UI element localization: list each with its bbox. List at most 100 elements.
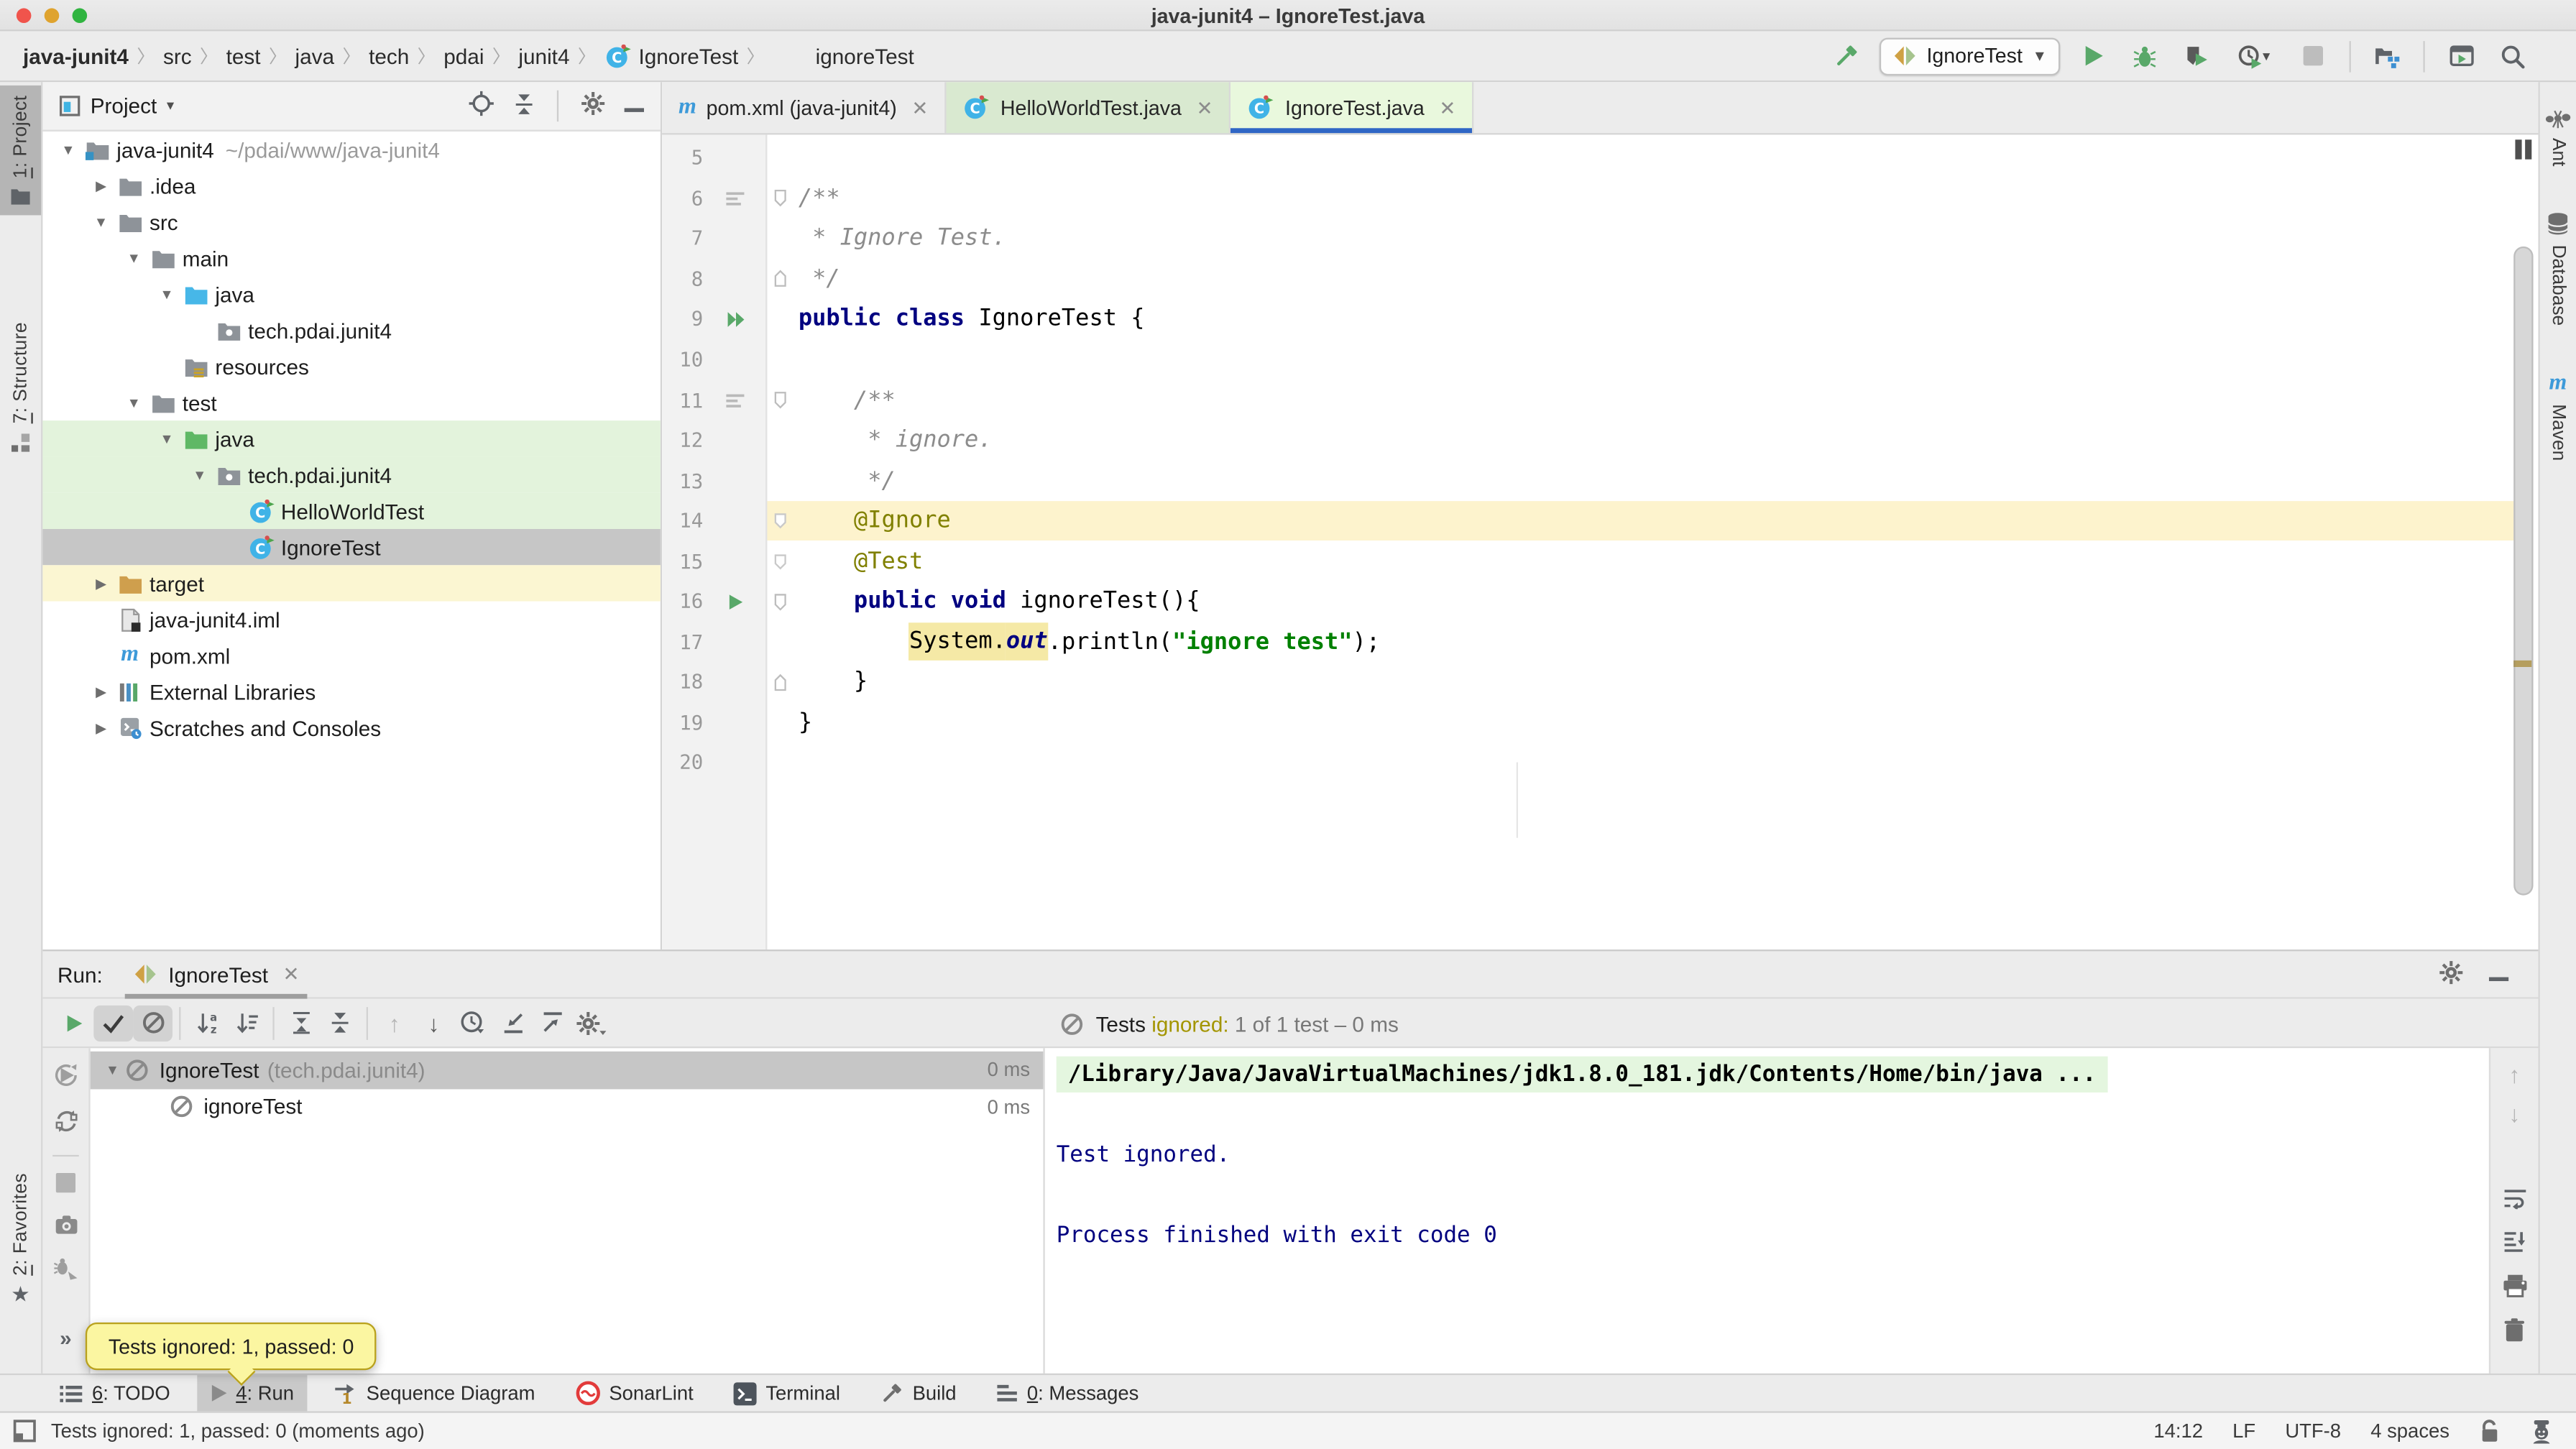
expanded-arrow-icon[interactable]: ▼ [121, 249, 146, 266]
sidebar-item-ant[interactable]: Ant [2540, 98, 2576, 176]
breadcrumb-item[interactable]: src [160, 44, 195, 68]
expanded-arrow-icon[interactable]: ▼ [56, 142, 80, 158]
fold-close-icon[interactable] [773, 673, 786, 691]
toolwindow-button-run[interactable]: 4: Run [196, 1375, 307, 1411]
code-line[interactable]: 6/** [662, 178, 2513, 218]
code-line[interactable]: 12 * ignore. [662, 420, 2513, 461]
test-tree-item[interactable]: ignoreTest0 ms [91, 1088, 1044, 1125]
code-line[interactable]: 14 @Ignore [662, 501, 2513, 541]
screenshot-button[interactable] [53, 1214, 78, 1241]
breadcrumb-item[interactable]: java [292, 44, 338, 68]
caret-position[interactable]: 14:12 [2153, 1420, 2203, 1443]
breadcrumb-item[interactable]: junit4 [515, 44, 573, 68]
run-tab[interactable]: IgnoreTest ✕ [126, 951, 308, 997]
run-button[interactable] [2075, 36, 2111, 75]
code-line[interactable]: 5 [662, 138, 2513, 178]
more-icon[interactable]: » [60, 1326, 72, 1351]
project-panel-collapse-all-button[interactable] [512, 91, 535, 121]
debug-button[interactable] [2126, 36, 2162, 75]
code-line[interactable]: 13 */ [662, 461, 2513, 501]
fold-open-icon[interactable] [773, 190, 786, 208]
toolwindow-button-todo[interactable]: 6: TODO [46, 1375, 183, 1411]
code-line[interactable]: 19} [662, 703, 2513, 743]
run-anything-button[interactable] [2443, 36, 2479, 75]
sidebar-item-favorites[interactable]: 2: Favorites★ [0, 1162, 41, 1314]
rerun-run-button[interactable] [53, 1063, 78, 1092]
sort-alpha-button[interactable]: az [188, 1005, 227, 1041]
expanded-arrow-icon[interactable]: ▼ [155, 431, 179, 447]
collapsed-arrow-icon[interactable]: ▶ [88, 574, 113, 592]
project-tree-item[interactable]: ▼java-junit4~/pdai/www/java-junit4 [42, 132, 660, 167]
code-line[interactable]: 7 * Ignore Test. [662, 218, 2513, 259]
next-button[interactable]: ↓ [414, 1005, 454, 1041]
project-tree-item[interactable]: tech.pdai.junit4 [42, 312, 660, 348]
run-config-selector[interactable]: IgnoreTest▼ [1879, 37, 2060, 75]
toggle-ignored-button[interactable] [133, 1005, 172, 1041]
run-method-icon[interactable] [727, 593, 743, 611]
code-line[interactable]: 15 @Test [662, 541, 2513, 581]
breadcrumb-item[interactable]: tech [366, 44, 413, 68]
expanded-arrow-icon[interactable]: ▼ [100, 1062, 124, 1078]
expanded-arrow-icon[interactable]: ▼ [188, 466, 212, 483]
gear-menu-button[interactable] [571, 1005, 611, 1041]
console-output[interactable]: /Library/Java/JavaVirtualMachines/jdk1.8… [1043, 1048, 2488, 1374]
rerun-button[interactable] [54, 1005, 93, 1041]
project-panel-gear-button[interactable] [580, 91, 607, 121]
project-structure-button[interactable] [2369, 36, 2405, 75]
close-icon[interactable]: ✕ [283, 962, 300, 985]
close-icon[interactable]: ✕ [1439, 96, 1455, 119]
code-line[interactable]: 20 [662, 743, 2513, 783]
editor-tab[interactable]: mpom.xml (java-junit4)✕ [662, 82, 946, 133]
code-line[interactable]: 9public class IgnoreTest { [662, 299, 2513, 339]
import-button[interactable] [493, 1005, 533, 1041]
trash-button[interactable] [2503, 1317, 2525, 1347]
scroll-end-button[interactable] [2502, 1229, 2526, 1259]
toolwindow-toggle-icon[interactable] [13, 1420, 36, 1443]
toolwindow-button-build[interactable]: Build [867, 1375, 970, 1411]
file-encoding[interactable]: UTF-8 [2285, 1420, 2341, 1443]
toolwindow-button-sequence-diagram[interactable]: 1Sequence Diagram [321, 1375, 548, 1411]
toggle-passed-button[interactable] [93, 1005, 133, 1041]
project-tree-item[interactable]: ▶External Libraries [42, 673, 660, 709]
print-button[interactable] [2501, 1273, 2528, 1302]
coverage-button[interactable] [2177, 36, 2213, 75]
code-line[interactable]: 16 public void ignoreTest(){ [662, 581, 2513, 622]
project-tree-item[interactable]: ▶target [42, 565, 660, 601]
lock-icon[interactable] [2479, 1419, 2501, 1443]
run-class-icon[interactable] [725, 310, 745, 328]
run-panel-gear-button[interactable] [2438, 959, 2465, 990]
editor-tab[interactable]: CIgnoreTest.java✕ [1231, 82, 1474, 133]
fold-close-icon[interactable] [773, 270, 786, 288]
toolwindow-button-sonarlint[interactable]: SonarLint [561, 1375, 707, 1411]
expand-all-button[interactable] [281, 1005, 321, 1041]
project-panel-title[interactable]: Project [91, 93, 157, 118]
editor-scrollbar[interactable] [2513, 247, 2533, 896]
close-icon[interactable]: ✕ [1196, 96, 1213, 119]
test-tree-item[interactable]: ▼IgnoreTest(tech.pdai.junit4)0 ms [91, 1052, 1044, 1088]
project-tree-item[interactable]: ▼java [42, 420, 660, 456]
editor-body[interactable]: 5 6/**7 * Ignore Test.8 */9public class … [662, 134, 2538, 949]
sidebar-item-database[interactable]: Database [2540, 203, 2576, 336]
run-panel-hide-button[interactable] [2489, 962, 2508, 986]
toolwindow-button-terminal[interactable]: Terminal [719, 1375, 853, 1411]
code-line[interactable]: 18 } [662, 662, 2513, 702]
project-panel-locate-button[interactable] [468, 91, 494, 121]
code-line[interactable]: 10 [662, 340, 2513, 380]
project-tree-item[interactable]: ▼main [42, 240, 660, 276]
project-tree-item[interactable]: ▼java [42, 276, 660, 312]
code-line[interactable]: 8 */ [662, 259, 2513, 299]
project-tree-item[interactable]: ▼tech.pdai.junit4 [42, 456, 660, 492]
indent-setting[interactable]: 4 spaces [2370, 1420, 2450, 1443]
fold-open-icon[interactable] [773, 593, 786, 611]
toolwindow-button-messages[interactable]: 0: Messages [983, 1375, 1152, 1411]
detach-debug-button[interactable] [52, 1257, 79, 1287]
fold-mini-icon[interactable] [773, 513, 786, 530]
project-tree-item[interactable]: CHelloWorldTest [42, 493, 660, 529]
line-separator[interactable]: LF [2232, 1420, 2255, 1443]
code-line[interactable]: 17 System.out.println("ignore test"); [662, 622, 2513, 662]
project-tree-item[interactable]: ▼test [42, 385, 660, 420]
expanded-arrow-icon[interactable]: ▼ [88, 213, 113, 230]
editor-tab[interactable]: CHelloWorldTest.java✕ [947, 82, 1231, 133]
search-button[interactable] [2494, 36, 2530, 75]
project-tree-item[interactable]: ▶Scratches and Consoles [42, 709, 660, 745]
